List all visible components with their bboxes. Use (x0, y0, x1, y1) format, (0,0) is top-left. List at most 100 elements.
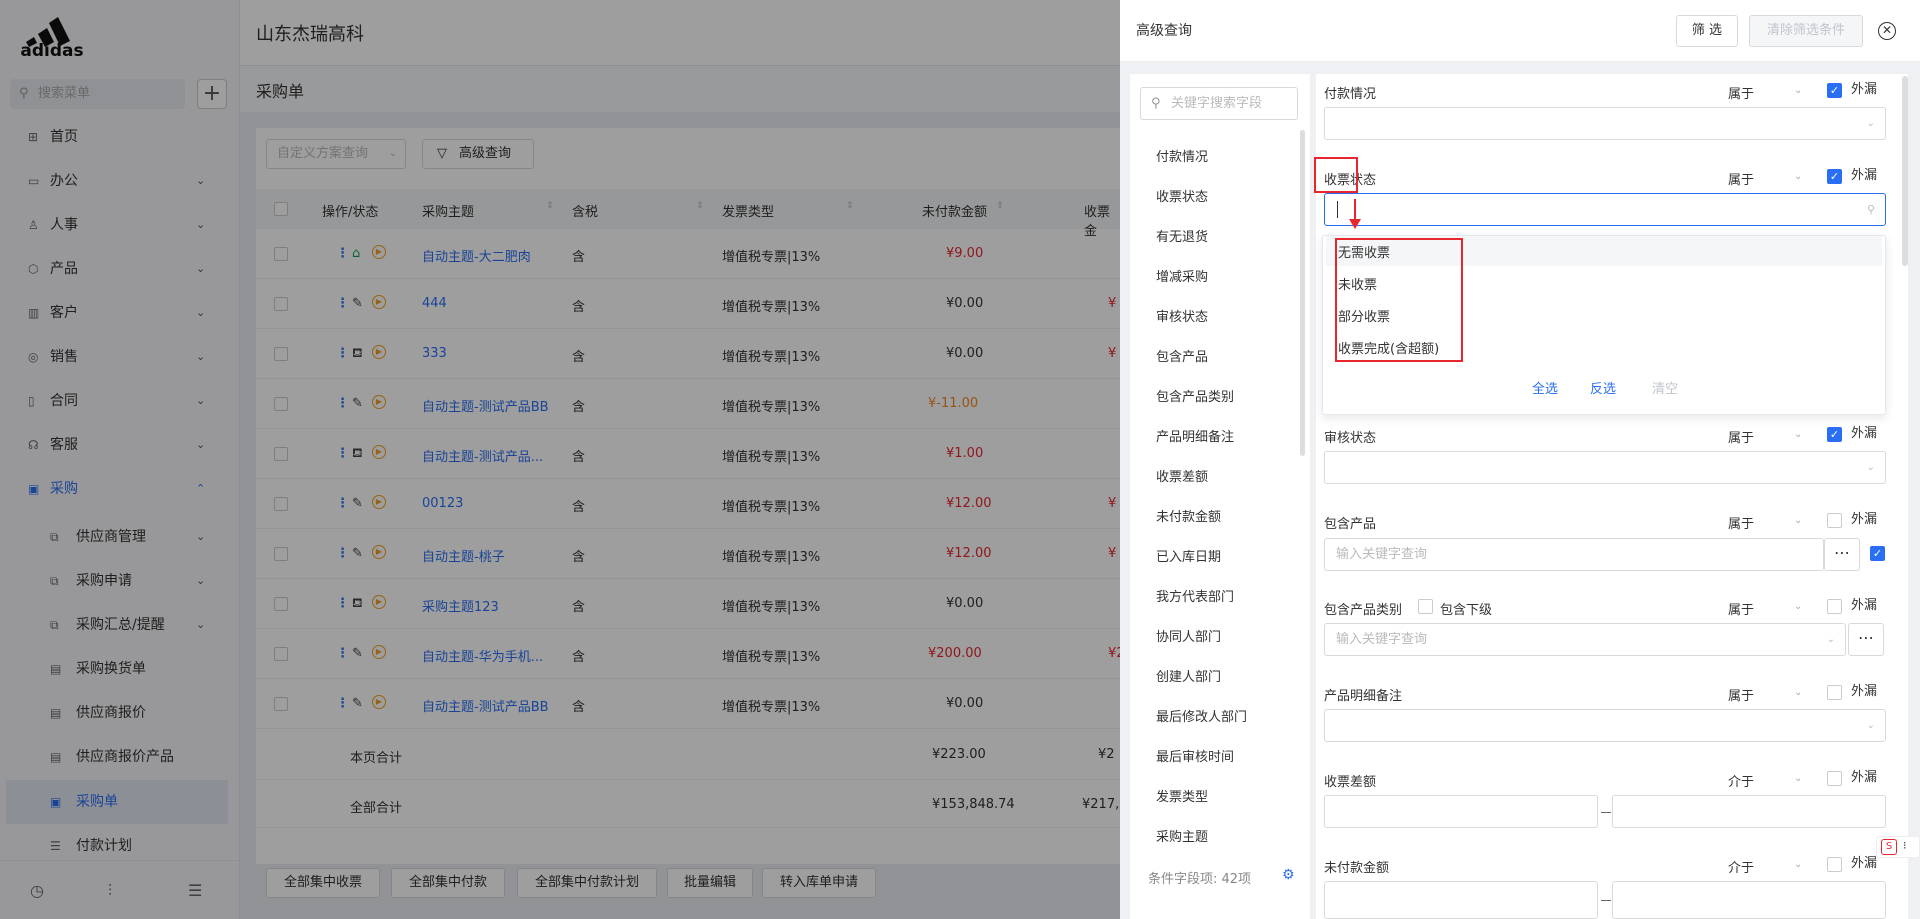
omit-checkbox[interactable] (1827, 857, 1842, 872)
cond-diff-max-input[interactable] (1612, 795, 1886, 828)
field-list-item[interactable]: 审核状态 (1156, 306, 1208, 325)
field-list-item[interactable]: 采购主题 (1156, 826, 1208, 845)
conditions-scrollbar[interactable] (1902, 76, 1908, 266)
omit-checkbox[interactable]: ✓ (1827, 83, 1842, 98)
range-separator (1601, 812, 1611, 813)
omit-checkbox[interactable] (1827, 771, 1842, 786)
cond-unpaid-op[interactable]: 介于 (1728, 857, 1754, 876)
cond-category-op[interactable]: 属于 (1728, 599, 1754, 618)
omit-label: 外漏 (1851, 426, 1878, 441)
omit-label: 外漏 (1851, 598, 1878, 613)
cond-unpaid-min-input[interactable] (1324, 881, 1598, 919)
field-list-item[interactable]: 协同人部门 (1156, 626, 1221, 645)
field-list-item[interactable]: 增减采购 (1156, 266, 1208, 285)
cond-payment-label: 付款情况 (1324, 87, 1377, 102)
field-search-input[interactable]: ⚲ 关键字搜索字段 (1140, 87, 1298, 120)
search-icon: ⚲ (1866, 203, 1875, 216)
cond-receipt-select[interactable]: ⚲ (1324, 193, 1886, 226)
field-list-item[interactable]: 包含产品 (1156, 346, 1208, 365)
clear-selection-button[interactable]: 清空 (1652, 378, 1678, 397)
omit-checkbox[interactable]: ✓ (1827, 169, 1842, 184)
cond-audit-op[interactable]: 属于 (1728, 427, 1754, 446)
include-sub-label: 包含下级 (1440, 603, 1493, 618)
omit-label: 外漏 (1851, 512, 1878, 527)
cond-product-input[interactable]: 输入关键字查询 (1324, 538, 1824, 571)
cond-diff-label: 收票差额 (1324, 775, 1377, 790)
cond-payment-select[interactable]: ⌄ (1324, 107, 1886, 140)
annotation-box-label (1314, 157, 1358, 193)
cond-receipt-op[interactable]: 属于 (1728, 169, 1754, 188)
cond-unpaid-label: 未付款金额 (1324, 861, 1390, 876)
chevron-down-icon: ⌄ (1866, 118, 1875, 129)
field-list-item[interactable]: 创建人部门 (1156, 666, 1221, 685)
range-separator (1601, 900, 1611, 901)
include-sub-checkbox[interactable] (1418, 599, 1433, 614)
more-icon: ⁝ (1903, 839, 1907, 852)
text-cursor (1337, 201, 1338, 218)
field-list-scrollbar[interactable] (1300, 130, 1305, 456)
cond-remark-op[interactable]: 属于 (1728, 685, 1754, 704)
omit-checkbox[interactable]: ✓ (1827, 427, 1842, 442)
omit-checkbox[interactable] (1827, 599, 1842, 614)
field-list-item[interactable]: 收票差额 (1156, 466, 1208, 485)
cond-product-op[interactable]: 属于 (1728, 513, 1754, 532)
chevron-down-icon: ⌄ (1866, 462, 1875, 473)
cond-unpaid-max-input[interactable] (1612, 881, 1886, 919)
field-count: 条件字段项: 42项 (1148, 872, 1252, 887)
cond-category-input[interactable]: 输入关键字查询 ⌄ (1324, 623, 1846, 656)
floating-widget[interactable]: S ⁝ (1876, 836, 1920, 858)
field-list-item[interactable]: 产品明细备注 (1156, 426, 1234, 445)
field-list-item[interactable]: 未付款金额 (1156, 506, 1221, 525)
field-list-item[interactable]: 已入库日期 (1156, 546, 1221, 565)
more-options-button[interactable]: ⋯ (1824, 538, 1860, 571)
field-list-item[interactable]: 我方代表部门 (1156, 586, 1234, 605)
omit-label: 外漏 (1851, 82, 1878, 97)
omit-label: 外漏 (1851, 856, 1878, 871)
select-all-button[interactable]: 全选 (1532, 378, 1558, 397)
chevron-down-icon: ⌄ (1794, 429, 1803, 440)
search-icon: ⚲ (1151, 96, 1161, 111)
annotation-box-options (1335, 238, 1463, 362)
chevron-down-icon: ⌄ (1866, 720, 1875, 731)
field-list-item[interactable]: 收票状态 (1156, 186, 1208, 205)
product-checkbox[interactable]: ✓ (1870, 546, 1885, 561)
close-icon[interactable]: ✕ (1878, 22, 1896, 40)
field-list-item[interactable]: 最后修改人部门 (1156, 706, 1247, 725)
cond-payment-op[interactable]: 属于 (1728, 83, 1754, 102)
cond-product-label: 包含产品 (1324, 517, 1377, 532)
omit-checkbox[interactable] (1827, 513, 1842, 528)
cond-diff-op[interactable]: 介于 (1728, 771, 1754, 790)
omit-label: 外漏 (1851, 770, 1878, 785)
omit-label: 外漏 (1851, 168, 1878, 183)
omit-checkbox[interactable] (1827, 685, 1842, 700)
chevron-down-icon: ⌄ (1794, 687, 1803, 698)
modal-overlay[interactable] (0, 0, 1120, 919)
chevron-down-icon: ⌄ (1794, 171, 1803, 182)
field-list-item[interactable]: 有无退货 (1156, 226, 1208, 245)
annotation-arrow (1349, 199, 1361, 229)
clear-filter-button[interactable]: 清除筛选条件 (1749, 15, 1863, 47)
cond-category-label: 包含产品类别 (1324, 603, 1403, 618)
omit-label: 外漏 (1851, 684, 1878, 699)
chevron-down-icon: ⌄ (1794, 859, 1803, 870)
more-options-button[interactable]: ⋯ (1848, 623, 1884, 656)
field-list-item[interactable]: 付款情况 (1156, 146, 1208, 165)
field-list-item[interactable]: 发票类型 (1156, 786, 1208, 805)
chevron-down-icon: ⌄ (1826, 634, 1835, 645)
chevron-down-icon: ⌄ (1794, 773, 1803, 784)
field-settings-icon[interactable]: ⚙ (1282, 867, 1295, 883)
chevron-down-icon: ⌄ (1794, 85, 1803, 96)
panel-title: 高级查询 (1136, 23, 1192, 39)
cond-audit-label: 审核状态 (1324, 431, 1377, 446)
chevron-down-icon: ⌄ (1794, 515, 1803, 526)
field-list-item[interactable]: 最后审核时间 (1156, 746, 1234, 765)
invert-selection-button[interactable]: 反选 (1590, 378, 1616, 397)
cond-remark-label: 产品明细备注 (1324, 689, 1403, 704)
cond-diff-min-input[interactable] (1324, 795, 1598, 828)
filter-button[interactable]: 筛 选 (1676, 15, 1738, 47)
cond-remark-select[interactable]: ⌄ (1324, 709, 1886, 742)
field-list-item[interactable]: 包含产品类别 (1156, 386, 1234, 405)
app-badge-icon: S (1881, 839, 1897, 855)
chevron-down-icon: ⌄ (1794, 601, 1803, 612)
cond-audit-select[interactable]: ⌄ (1324, 451, 1886, 484)
